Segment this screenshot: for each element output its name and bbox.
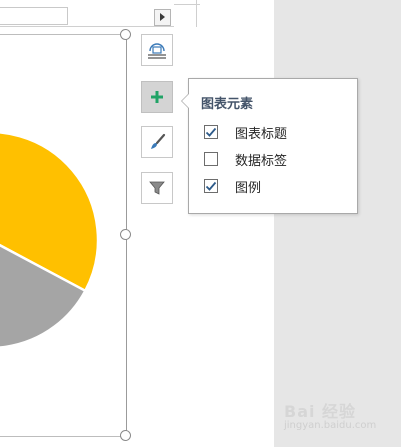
data-labels-checkbox[interactable] — [204, 152, 218, 166]
watermark-text: Bai 经验 — [284, 402, 357, 421]
chart-frame-bottom — [0, 436, 126, 437]
sheet-gray-area — [274, 0, 401, 447]
scroll-right-button[interactable] — [154, 9, 171, 26]
legend-checkbox[interactable] — [204, 179, 218, 193]
data-labels-label: 数据标签 — [235, 153, 288, 169]
layout-options-button[interactable] — [141, 34, 173, 66]
resize-handle-bottom-right[interactable] — [120, 430, 131, 441]
funnel-icon — [142, 173, 172, 203]
plus-icon — [142, 82, 172, 112]
chart-filters-button[interactable] — [141, 172, 173, 204]
watermark: Bai 经验 jingyan.baidu.com — [284, 398, 376, 431]
checkmark-icon — [205, 181, 217, 191]
legend-option[interactable]: 图例 — [204, 177, 262, 196]
flyout-title: 图表元素 — [201, 97, 254, 112]
layout-options-icon — [142, 35, 172, 65]
top-divider — [196, 0, 197, 27]
chart-styles-button[interactable] — [141, 126, 173, 158]
pie-chart[interactable] — [0, 0, 126, 447]
watermark-sub: jingyan.baidu.com — [284, 420, 377, 431]
resize-handle-right[interactable] — [120, 229, 131, 240]
chart-elements-button[interactable] — [141, 81, 173, 113]
resize-handle-top-right[interactable] — [120, 29, 131, 40]
brush-icon — [142, 127, 172, 157]
chart-title-label: 图表标题 — [235, 126, 288, 142]
checkmark-icon — [205, 127, 217, 137]
chart-title-checkbox[interactable] — [204, 125, 218, 139]
flyout-pointer — [181, 93, 189, 109]
chart-frame-top — [0, 34, 126, 35]
legend-label: 图例 — [235, 180, 262, 196]
chart-elements-flyout: 图表元素 图表标题 数据标签 图例 — [181, 78, 358, 214]
chart-title-option[interactable]: 图表标题 — [204, 123, 288, 142]
data-labels-option[interactable]: 数据标签 — [204, 150, 288, 169]
